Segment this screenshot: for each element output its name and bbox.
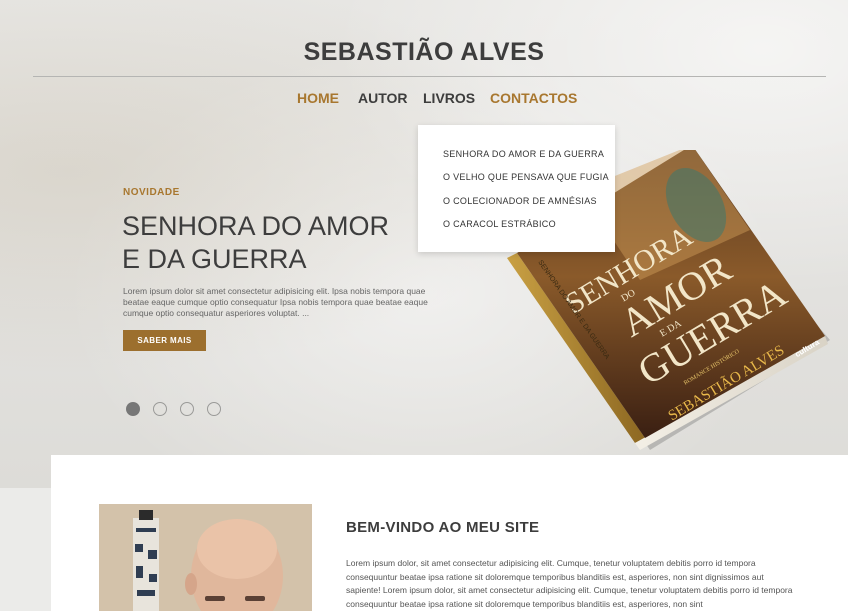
- hero-title: SENHORA DO AMOR E DA GUERRA: [122, 210, 422, 276]
- carousel-dot-4[interactable]: [207, 402, 221, 416]
- hero-title-line-1: SENHORA DO AMOR: [122, 211, 390, 241]
- hero-description: Lorem ipsum dolor sit amet consectetur a…: [123, 286, 428, 318]
- saber-mais-button[interactable]: SABER MAIS: [123, 330, 206, 351]
- carousel-dot-1[interactable]: [126, 402, 140, 416]
- welcome-text: Lorem ipsum dolor, sit amet consectetur …: [346, 558, 793, 609]
- carousel-dot-2[interactable]: [153, 402, 167, 416]
- author-photo: [99, 504, 312, 611]
- welcome-title: BEM-VINDO AO MEU SITE: [346, 519, 540, 536]
- hero-title-line-2: E DA GUERRA: [122, 244, 307, 274]
- nav-item-home[interactable]: HOME: [297, 90, 339, 106]
- livros-dropdown-menu: SENHORA DO AMOR E DA GUERRA O VELHO QUE …: [418, 125, 615, 252]
- nav-item-livros[interactable]: LIVROS: [423, 90, 475, 106]
- dropdown-item-colecionador[interactable]: O COLECIONADOR DE AMNÉSIAS: [443, 196, 597, 206]
- novidade-badge: NOVIDADE: [123, 187, 180, 198]
- header-divider: [33, 76, 826, 77]
- nav-item-autor[interactable]: AUTOR: [358, 90, 408, 106]
- dropdown-item-senhora[interactable]: SENHORA DO AMOR E DA GUERRA: [443, 149, 604, 159]
- dropdown-item-caracol[interactable]: O CARACOL ESTRÁBICO: [443, 219, 556, 229]
- carousel-dot-3[interactable]: [180, 402, 194, 416]
- nav-item-contactos[interactable]: CONTACTOS: [490, 90, 577, 106]
- hero-section: SEBASTIÃO ALVES HOME AUTOR LIVROS CONTAC…: [0, 0, 848, 488]
- site-title[interactable]: SEBASTIÃO ALVES: [0, 38, 848, 67]
- dropdown-item-velho[interactable]: O VELHO QUE PENSAVA QUE FUGIA: [443, 172, 609, 182]
- author-portrait-image: [99, 504, 312, 611]
